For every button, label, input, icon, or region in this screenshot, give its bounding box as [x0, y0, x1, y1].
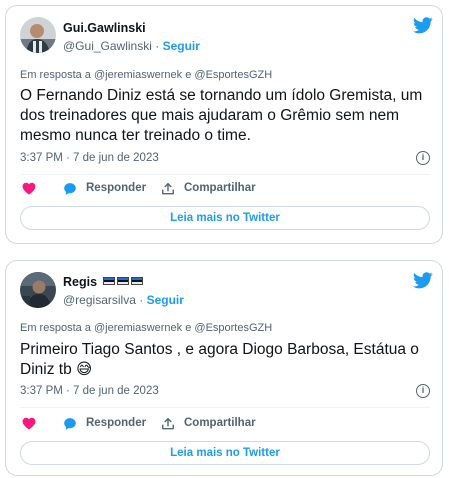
author-name[interactable]: Gui.Gawlinski [63, 21, 146, 35]
tweet-text: O Fernando Diniz está se tornando um ído… [20, 87, 423, 144]
share-button-label[interactable]: Compartilhar [184, 182, 256, 194]
separator: · [139, 293, 144, 307]
timestamp[interactable]: 3:37 PM · 7 de jun de 2023 [20, 385, 159, 397]
info-icon[interactable]: i [416, 384, 430, 398]
info-icon[interactable]: i [416, 151, 430, 165]
reply-context: Em resposta a @jeremiaswernek e @Esporte… [20, 322, 273, 334]
heart-icon[interactable] [22, 182, 36, 200]
tweet-card[interactable]: Regis @regisarsilva · Seguir Em resposta… [5, 260, 443, 476]
separator: · [155, 39, 160, 53]
reply-context: Em resposta a @jeremiaswernek e @Esporte… [20, 69, 273, 81]
author-handle-line: @Gui_Gawlinski · Seguir [63, 39, 200, 53]
share-icon [161, 417, 175, 436]
tweet-card[interactable]: Gui.Gawlinski @Gui_Gawlinski · Seguir Em… [5, 5, 443, 244]
read-more-button[interactable]: Leia mais no Twitter [20, 206, 430, 230]
divider [20, 407, 430, 408]
reply-button-label[interactable]: Responder [86, 182, 146, 194]
author-handle-line: @regisarsilva · Seguir [63, 293, 184, 307]
avatar[interactable] [20, 17, 56, 53]
avatar[interactable] [20, 272, 56, 308]
author-name-line[interactable]: Regis [63, 275, 143, 289]
read-more-button[interactable]: Leia mais no Twitter [20, 441, 430, 465]
author-name[interactable]: Regis [63, 275, 97, 289]
share-button-label[interactable]: Compartilhar [184, 417, 256, 429]
share-icon [161, 182, 175, 201]
flag-icon [130, 277, 143, 285]
follow-button[interactable]: Seguir [163, 39, 200, 53]
tweet-text-block: Primeiro Tiago Santos , e agora Diogo Ba… [20, 340, 430, 380]
speech-bubble-icon [63, 417, 77, 436]
follow-button[interactable]: Seguir [147, 293, 184, 307]
speech-bubble-icon [63, 182, 77, 201]
flag-icon [116, 277, 129, 285]
author-handle[interactable]: @Gui_Gawlinski [63, 39, 152, 53]
timestamp[interactable]: 3:37 PM · 7 de jun de 2023 [20, 152, 159, 164]
reply-button-label[interactable]: Responder [86, 417, 146, 429]
flag-icon [102, 277, 115, 285]
author-handle[interactable]: @regisarsilva [63, 293, 136, 307]
sweat-smile-emoji: 😅 [76, 361, 93, 378]
divider [20, 174, 430, 175]
twitter-bird-icon[interactable] [413, 272, 433, 294]
heart-icon[interactable] [22, 417, 36, 435]
twitter-bird-icon[interactable] [413, 17, 433, 39]
